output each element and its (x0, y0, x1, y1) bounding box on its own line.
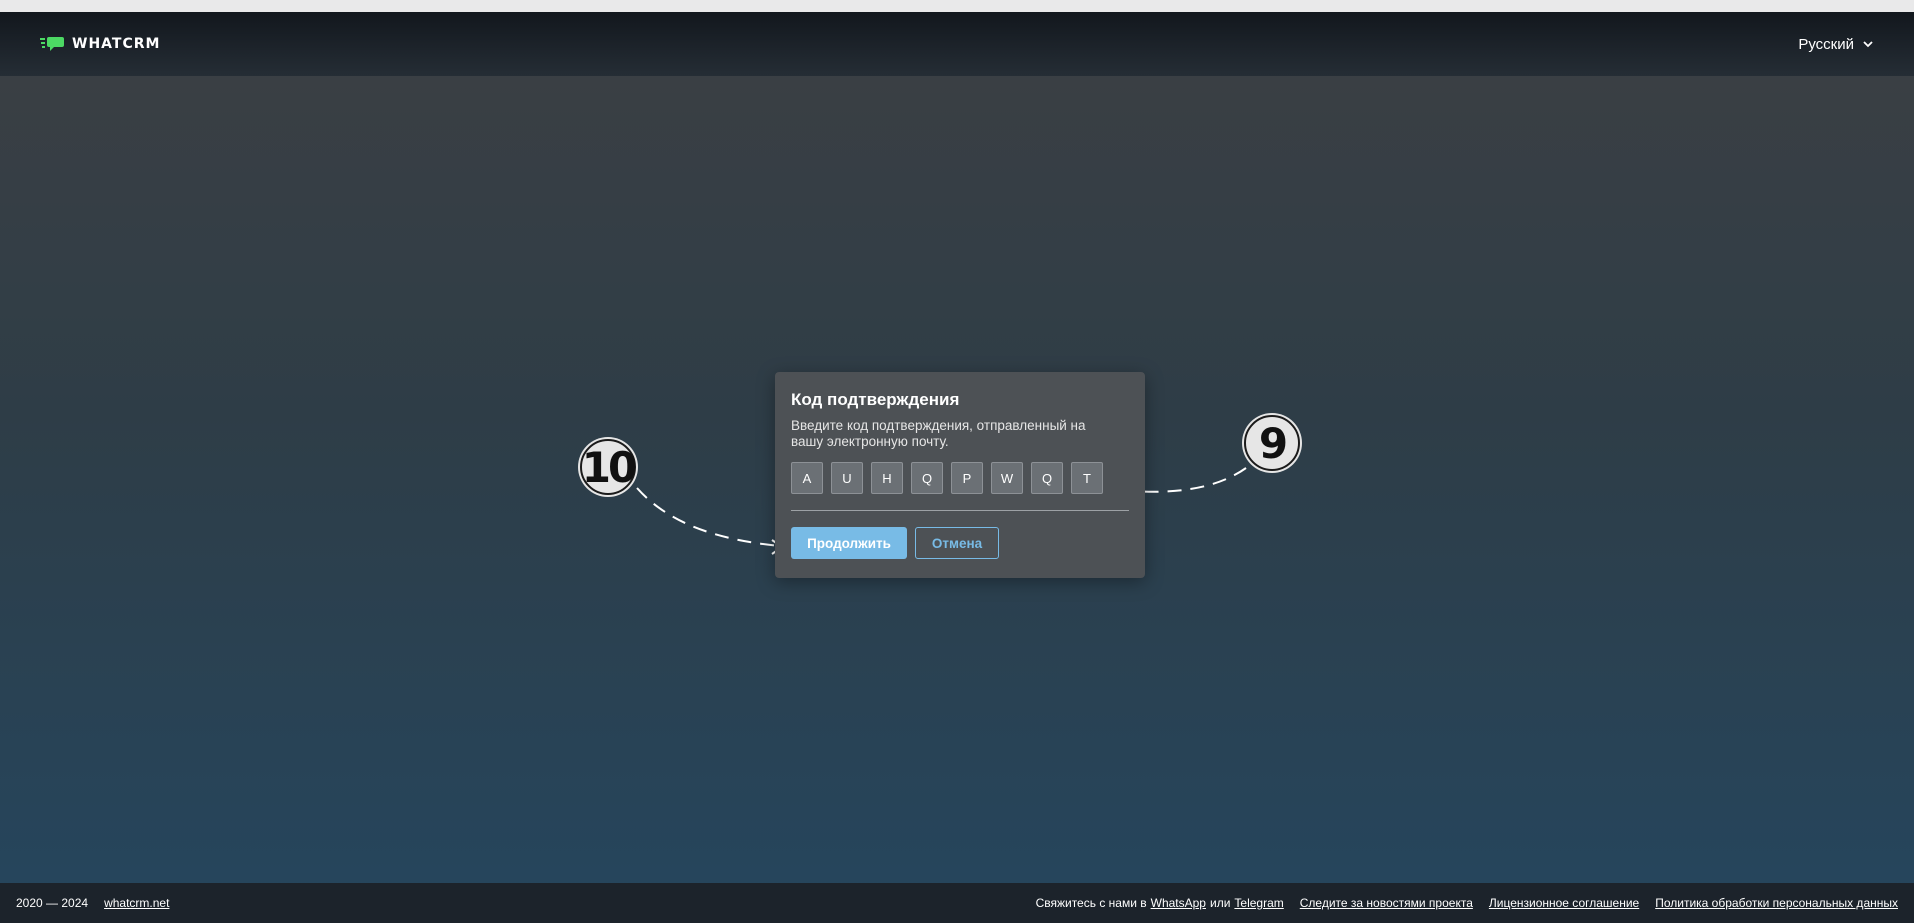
code-cell-5[interactable]: P (951, 462, 983, 494)
news-link[interactable]: Следите за новостями проекта (1300, 896, 1473, 910)
contact-or: или (1209, 896, 1231, 910)
code-cell-7[interactable]: Q (1031, 462, 1063, 494)
logo[interactable]: WHATCRM (40, 36, 160, 52)
language-label: Русский (1798, 35, 1854, 53)
language-selector[interactable]: Русский (1798, 36, 1874, 53)
footer-years: 2020 — 2024 (16, 896, 89, 910)
continue-button[interactable]: Продолжить (791, 527, 907, 559)
code-input-row: A U H Q P W Q T (791, 462, 1129, 494)
code-cell-4[interactable]: Q (911, 462, 943, 494)
code-cell-8[interactable]: T (1071, 462, 1103, 494)
top-header: WHATCRM Русский (0, 12, 1914, 76)
footer-right: Свяжитесь с нами в WhatsApp или Telegram… (1036, 896, 1898, 910)
site-link[interactable]: whatcrm.net (104, 896, 169, 910)
dialog-actions: Продолжить Отмена (791, 527, 1129, 559)
contact-prefix: Свяжитесь с нами в (1035, 896, 1147, 910)
chevron-down-icon (1863, 41, 1873, 48)
code-cell-3[interactable]: H (871, 462, 903, 494)
arrow-10-path (636, 487, 781, 547)
page-footer: 2020 — 2024 whatcrm.net Свяжитесь с нами… (0, 883, 1914, 923)
contact-text: Свяжитесь с нами в WhatsApp или Telegram (1036, 896, 1284, 910)
whatsapp-link[interactable]: WhatsApp (1151, 896, 1206, 910)
license-link[interactable]: Лицензионное соглашение (1489, 896, 1639, 910)
privacy-link[interactable]: Политика обработки персональных данных (1655, 896, 1898, 910)
dialog-description: Введите код подтверждения, отправленный … (791, 418, 1086, 449)
dialog-title: Код подтверждения (791, 390, 960, 409)
annotation-badge-10: 10 (580, 439, 637, 495)
cancel-button[interactable]: Отмена (915, 527, 999, 559)
code-cell-2[interactable]: U (831, 462, 863, 494)
code-cell-1[interactable]: A (791, 462, 823, 494)
verification-dialog: Код подтверждения Введите код подтвержде… (775, 372, 1145, 578)
logo-text: WHATCRM (72, 36, 161, 52)
code-cell-6[interactable]: W (991, 462, 1023, 494)
dialog-divider (791, 510, 1129, 511)
chat-bubble-lines-icon (40, 37, 64, 51)
telegram-link[interactable]: Telegram (1234, 896, 1283, 910)
annotation-badge-9: 9 (1244, 415, 1300, 471)
browser-top-strip (0, 0, 1914, 12)
footer-left: 2020 — 2024 whatcrm.net (16, 896, 169, 910)
